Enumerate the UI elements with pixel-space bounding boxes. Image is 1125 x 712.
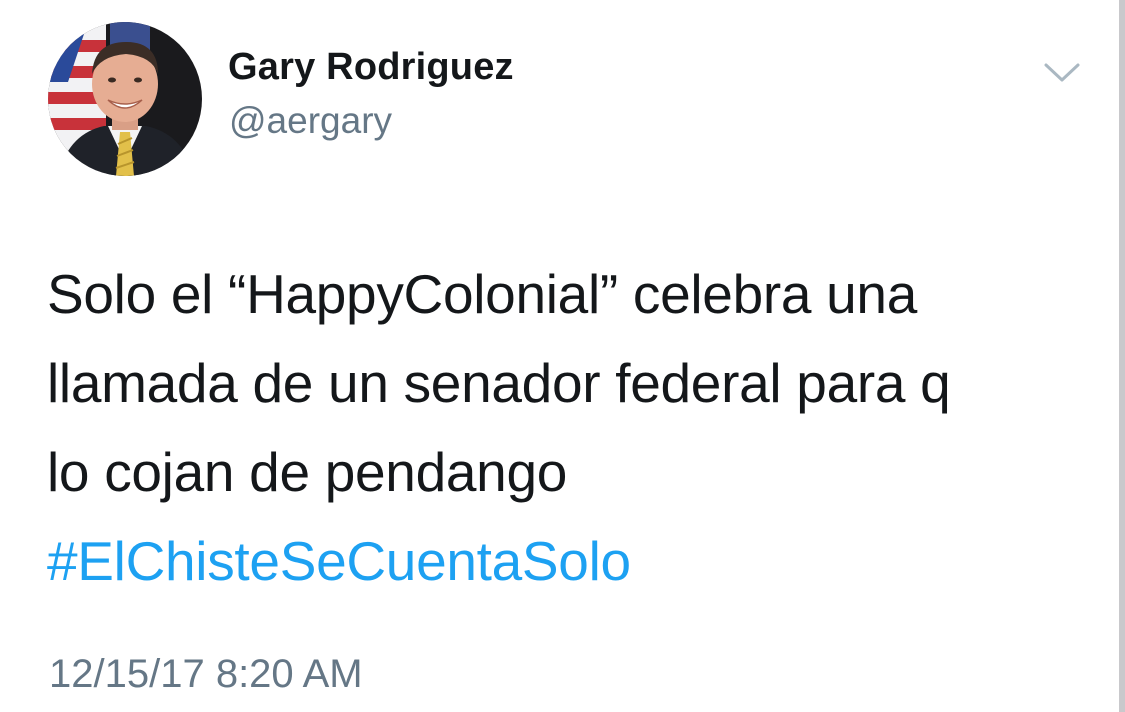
avatar-photo: [48, 22, 202, 176]
tweet-text-line: Solo el “HappyColonial” celebra una: [47, 263, 918, 325]
tweet-text: Solo el “HappyColonial” celebra una llam…: [47, 250, 1097, 606]
user-handle[interactable]: @aergary: [229, 100, 392, 142]
tweet-text-line: llamada de un senador federal para q: [47, 352, 951, 414]
tweet-timestamp[interactable]: 12/15/17 8:20 AM: [49, 652, 363, 697]
display-name[interactable]: Gary Rodriguez: [228, 46, 514, 89]
chevron-down-icon[interactable]: [1040, 58, 1084, 88]
hashtag-link[interactable]: #ElChisteSeCuentaSolo: [47, 517, 1097, 606]
scroll-edge: [1119, 0, 1125, 712]
tweet-text-line: lo cojan de pendango: [47, 441, 568, 503]
tweet-card: Gary Rodriguez @aergary Solo el “HappyCo…: [0, 0, 1108, 712]
avatar[interactable]: [48, 22, 202, 176]
